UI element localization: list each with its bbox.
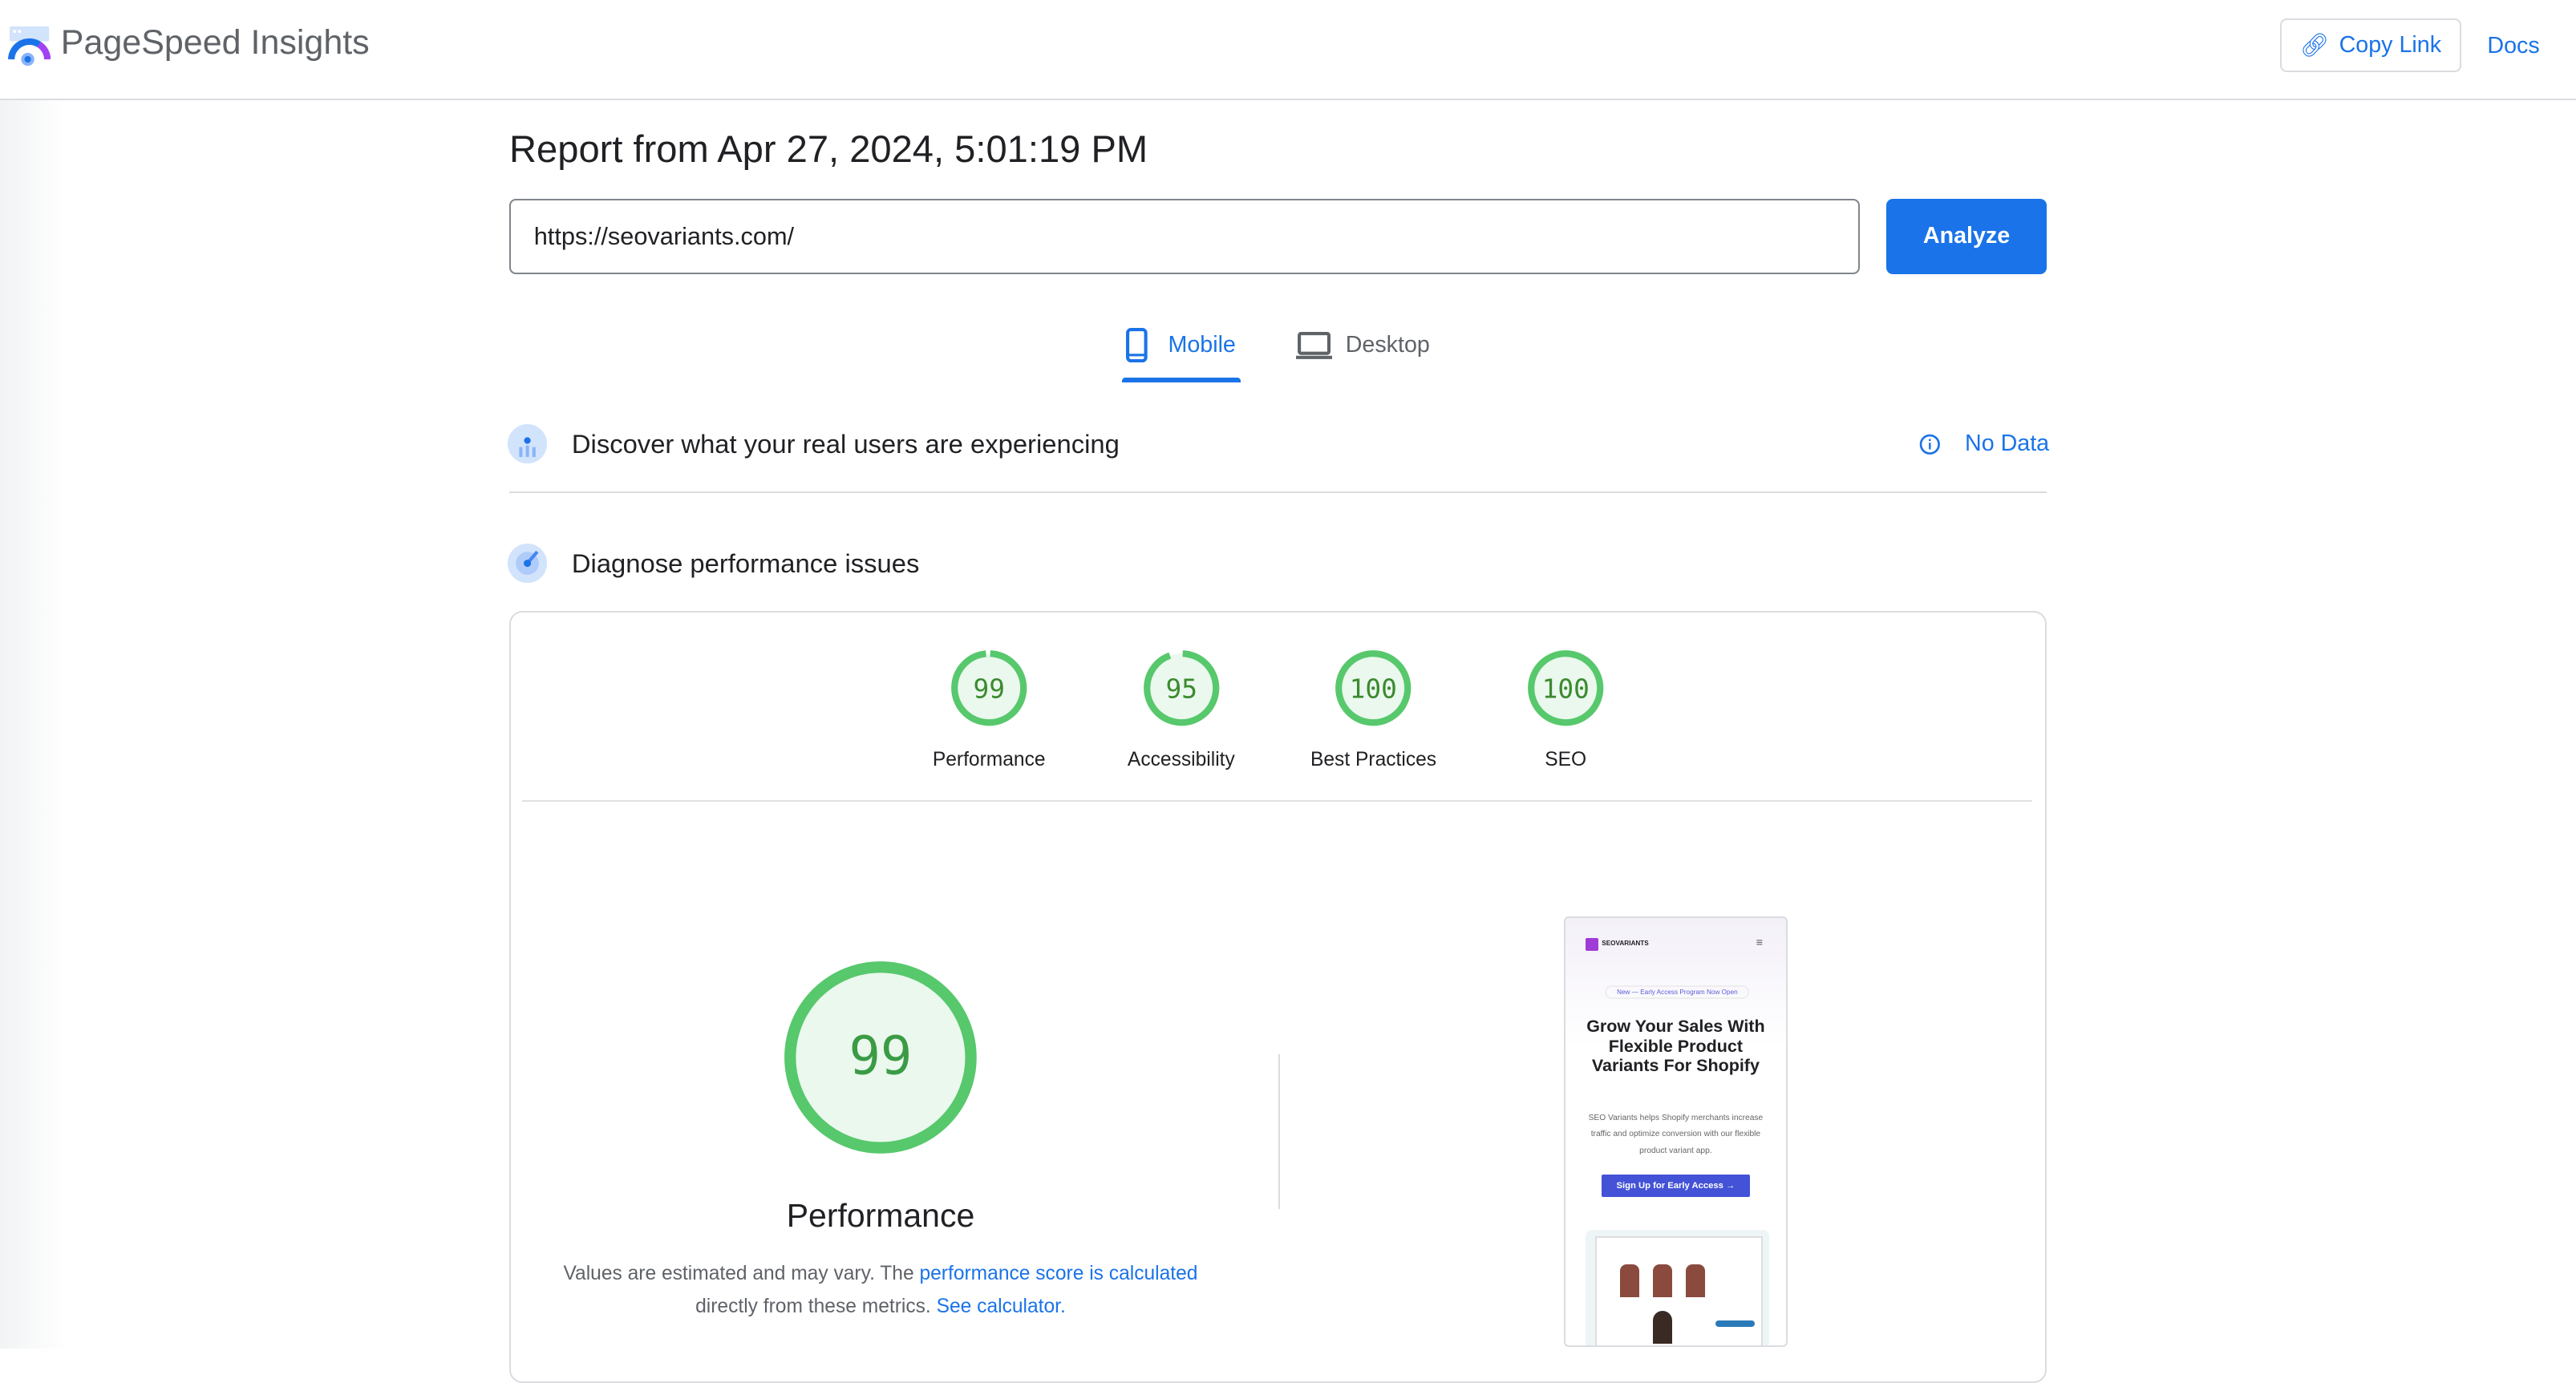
copy-link-label: Copy Link [2339, 31, 2442, 58]
users-icon [507, 423, 548, 463]
score-label: SEO [1545, 748, 1587, 770]
site-brand: SEOVARIANTS [1602, 939, 1649, 947]
score-value: 95 [1165, 674, 1197, 705]
site-product-preview [1585, 1230, 1770, 1345]
preview-window [1595, 1236, 1763, 1345]
gauge-ring: 99 [951, 650, 1027, 726]
tab-label: Mobile [1168, 331, 1236, 358]
report-title: Report from Apr 27, 2024, 5:01:19 PM [509, 127, 1148, 170]
gauge-ring: 95 [1143, 650, 1219, 726]
see-calculator-link[interactable]: See calculator. [937, 1296, 1066, 1317]
divider [509, 491, 2047, 493]
score-gauge-seo[interactable]: 100 SEO [1484, 647, 1648, 771]
add-to-cart [1715, 1320, 1755, 1328]
score-gauge-best-practices[interactable]: 100 Best Practices [1291, 647, 1456, 771]
site-logo-icon [1585, 937, 1599, 952]
gauge-ring: 100 [1528, 650, 1604, 726]
info-icon[interactable] [1919, 434, 1941, 455]
desc-text: Values are estimated and may vary. The [563, 1263, 920, 1285]
pagespeed-logo-icon [8, 26, 51, 66]
header: PageSpeed Insights 🔗︎ Copy Link Docs [0, 0, 2576, 100]
score-calculated-link[interactable]: performance score is calculated [919, 1263, 1197, 1284]
active-tab-indicator [1122, 378, 1241, 383]
no-data-status: No Data [1965, 430, 2050, 456]
copy-link-button[interactable]: 🔗︎ Copy Link [2280, 18, 2461, 73]
vertical-divider [1278, 1054, 1280, 1209]
lab-data-title: Diagnose performance issues [571, 548, 920, 579]
url-input[interactable] [509, 198, 1860, 275]
page-screenshot: SEOVARIANTS ≡ New — Early Access Program… [1564, 916, 1788, 1347]
performance-gauge: 99 [784, 961, 977, 1155]
tab-mobile[interactable]: Mobile [1125, 326, 1236, 365]
menu-icon: ≡ [1756, 936, 1764, 949]
link-icon: 🔗︎ [2299, 32, 2330, 59]
mobile-icon [1126, 327, 1148, 362]
performance-label: Performance [786, 1197, 975, 1235]
product-photo [1685, 1264, 1706, 1298]
site-headline: Grow Your Sales With Flexible Product Va… [1586, 1016, 1765, 1076]
docs-link[interactable]: Docs [2487, 33, 2539, 59]
product-photo [1652, 1264, 1673, 1298]
analyze-button[interactable]: Analyze [1885, 198, 2047, 275]
site-badge: New — Early Access Program Now Open [1605, 985, 1750, 1000]
score-value: 100 [1542, 674, 1590, 705]
performance-score: 99 [849, 1026, 913, 1087]
performance-description: Values are estimated and may vary. The p… [552, 1258, 1209, 1324]
desc-text: directly from these metrics. [695, 1296, 937, 1318]
field-data-title: Discover what your real users are experi… [571, 428, 1120, 459]
tab-desktop[interactable]: Desktop [1296, 326, 1430, 365]
tab-label: Desktop [1345, 331, 1430, 358]
sidebar-shadow [0, 98, 66, 1349]
diagnose-icon [507, 544, 548, 584]
score-gauge-accessibility[interactable]: 95 Accessibility [1099, 647, 1263, 771]
app-title: PageSpeed Insights [60, 22, 370, 62]
site-body: SEO Variants helps Shopify merchants inc… [1588, 1113, 1764, 1155]
score-value: 100 [1350, 674, 1397, 705]
score-label: Accessibility [1127, 748, 1235, 770]
score-label: Best Practices [1310, 748, 1437, 770]
desktop-icon [1296, 331, 1333, 359]
score-label: Performance [932, 748, 1046, 770]
product-photo [1652, 1310, 1673, 1344]
gauge-ring: 100 [1335, 650, 1412, 726]
score-value: 99 [973, 674, 1004, 705]
divider [522, 799, 2032, 802]
score-gauge-performance[interactable]: 99 Performance [907, 647, 1071, 771]
product-photo [1619, 1264, 1640, 1298]
site-cta-button: Sign Up for Early Access → [1602, 1174, 1750, 1198]
